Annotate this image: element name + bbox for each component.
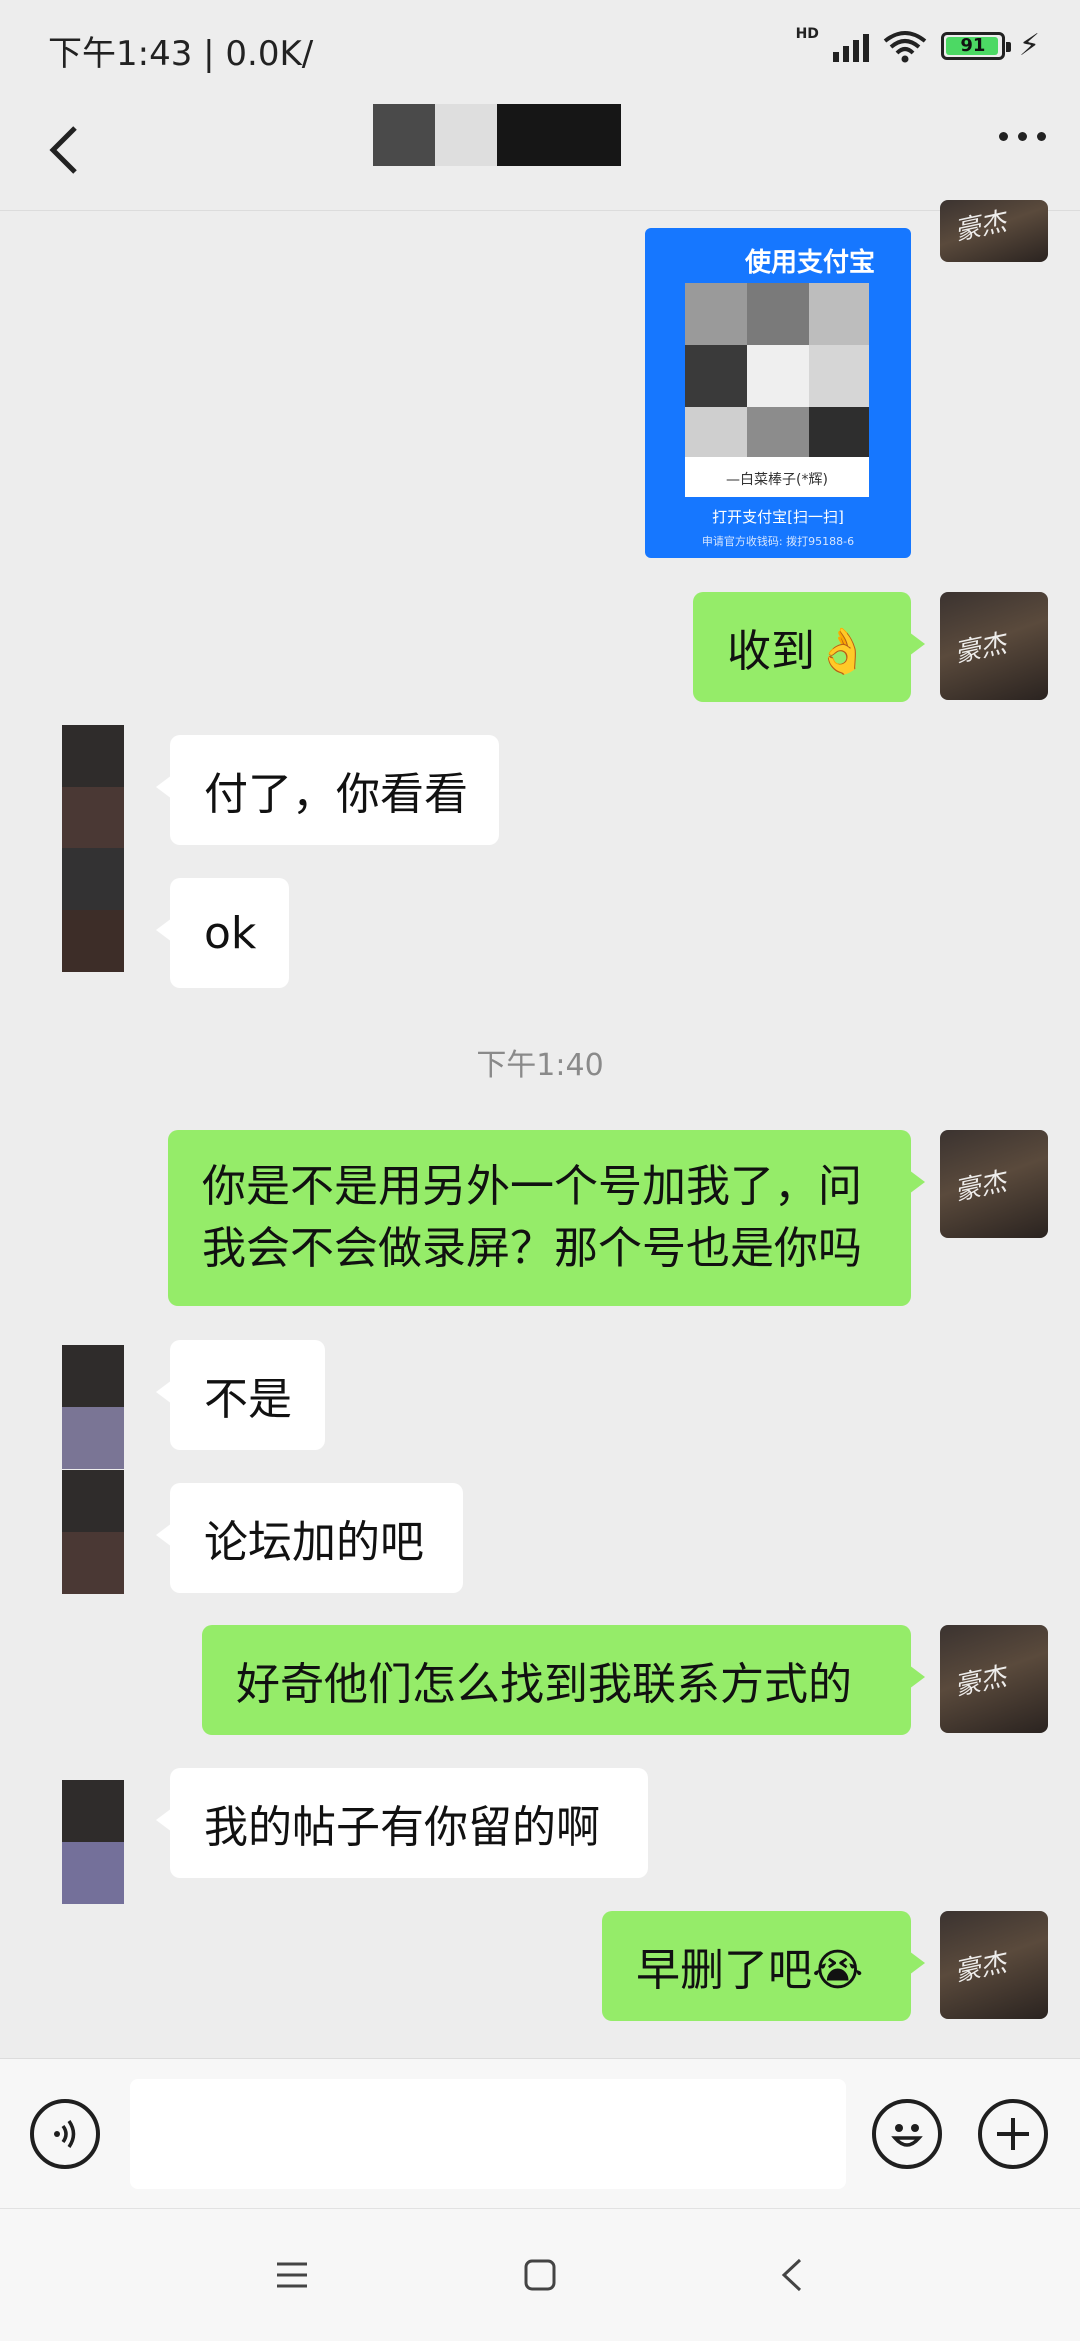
system-navigation-bar: [0, 2208, 1080, 2341]
message-bubble-incoming[interactable]: 付了，你看看: [156, 735, 499, 845]
status-icons: HD 91 ⚡: [795, 25, 1040, 64]
my-avatar[interactable]: 豪杰: [940, 592, 1048, 700]
chat-header: [0, 90, 1080, 211]
hd-label: HD: [795, 25, 819, 42]
contact-avatar[interactable]: [62, 848, 124, 972]
status-time: 下午1:43 | 0.0K/: [48, 34, 314, 74]
message-bubble-outgoing[interactable]: 你是不是用另外一个号加我了，问我会不会做录屏？那个号也是你吗: [168, 1130, 925, 1306]
menu-key[interactable]: [272, 2255, 312, 2295]
qr-caption: —白菜棒子(*辉): [726, 472, 828, 488]
home-key[interactable]: [520, 2255, 560, 2295]
contact-avatar[interactable]: [62, 1345, 124, 1469]
contact-avatar[interactable]: [62, 725, 124, 849]
contact-avatar[interactable]: [62, 1470, 124, 1594]
menu-icon: [277, 2262, 307, 2288]
message-bubble-outgoing[interactable]: 收到👌: [693, 592, 925, 702]
chat-title-redacted: [373, 104, 621, 166]
message-bubble-incoming[interactable]: 不是: [156, 1340, 325, 1450]
back-key[interactable]: [772, 2255, 812, 2295]
timestamp: 下午1:40: [476, 1048, 604, 1083]
voice-icon: [54, 2120, 76, 2148]
qr-footer: 申请官方收钱码: 拨打95188-6: [701, 535, 855, 548]
qr-code: —白菜棒子(*辉): [685, 283, 869, 497]
message-bubble-incoming[interactable]: 我的帖子有你留的啊: [156, 1768, 648, 1878]
more-icon: [999, 132, 1008, 141]
contact-avatar[interactable]: [62, 1780, 124, 1904]
chat-input-bar: [0, 2058, 1080, 2209]
message-bubble-outgoing[interactable]: 好奇他们怎么找到我联系方式的: [202, 1625, 925, 1735]
my-avatar[interactable]: 豪杰: [940, 1130, 1048, 1238]
message-bubble-incoming[interactable]: 论坛加的吧: [156, 1483, 463, 1593]
battery-level: 91: [960, 35, 986, 56]
home-square-icon: [524, 2259, 556, 2291]
emoji-button[interactable]: [872, 2099, 942, 2169]
back-button[interactable]: [34, 120, 94, 180]
wifi-icon: [883, 30, 927, 62]
qr-instruction: 打开支付宝[扫一扫]: [712, 508, 844, 526]
message-input[interactable]: [130, 2079, 846, 2189]
qr-title: 使用支付宝: [745, 248, 876, 278]
emoji-icon: [891, 2124, 923, 2147]
back-triangle-icon: [781, 2258, 802, 2292]
voice-button[interactable]: [30, 2099, 100, 2169]
alipay-qr-image[interactable]: 使用支付宝 —白菜棒子(*辉) 打开支付宝[扫一扫] 申请官方收钱码: 拨打95…: [645, 228, 911, 558]
signal-icon: [832, 30, 869, 62]
my-avatar[interactable]: 豪杰: [940, 1625, 1048, 1733]
chevron-left-icon: [49, 126, 77, 174]
plus-icon: [997, 2118, 1029, 2150]
my-avatar[interactable]: 豪杰: [940, 200, 1048, 262]
message-bubble-outgoing[interactable]: 早删了吧😭: [602, 1911, 925, 2021]
more-button[interactable]: [999, 132, 1046, 141]
my-avatar[interactable]: 豪杰: [940, 1911, 1048, 2019]
status-bar: 下午1:43 | 0.0K/ HD 91 ⚡: [0, 0, 1080, 90]
battery-icon: 91: [940, 31, 1011, 60]
charging-icon: ⚡: [1018, 28, 1040, 63]
message-bubble-incoming[interactable]: ok: [156, 878, 289, 988]
plus-button[interactable]: [978, 2099, 1048, 2169]
